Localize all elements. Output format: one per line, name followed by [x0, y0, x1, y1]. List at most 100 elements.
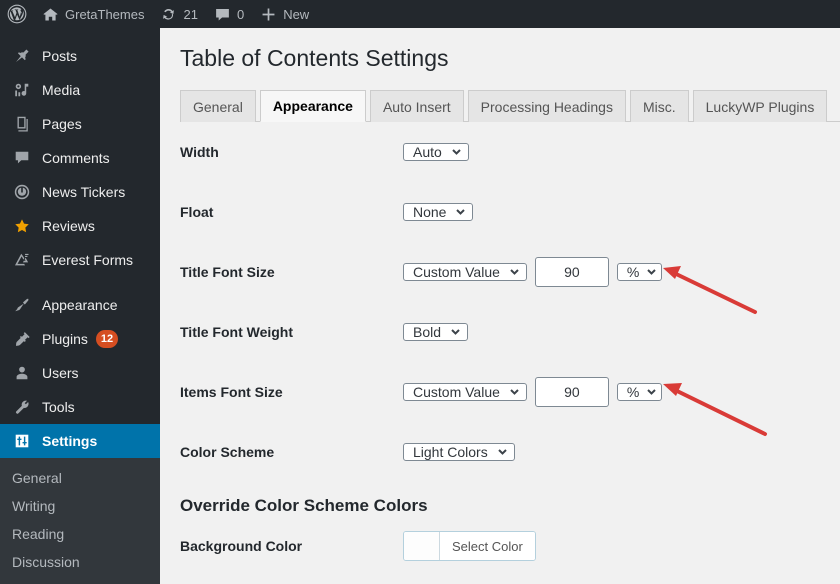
admin-sidebar-menu: Posts Media Pages Comments News Tickers … [0, 28, 168, 584]
sidebar-item-appearance[interactable]: Appearance [0, 288, 160, 322]
comment-bubble-icon [214, 6, 231, 23]
color-scheme-wrap: Light Colors [403, 438, 515, 466]
sidebar-item-pages[interactable]: Pages [0, 107, 160, 141]
float-label: Float [180, 204, 214, 220]
home-icon [42, 6, 59, 23]
sidebar-item-label: Appearance [42, 297, 118, 313]
float-select[interactable]: None [403, 203, 474, 221]
title-font-size-unit-wrap: % [616, 258, 663, 286]
sidebar-item-settings[interactable]: Settings [0, 424, 168, 458]
plugin-icon [12, 329, 32, 349]
sidebar-item-users[interactable]: Users [0, 356, 160, 390]
override-colors-section-title: Override Color Scheme Colors [180, 496, 428, 515]
submenu-item-discussion[interactable]: Discussion [0, 548, 160, 576]
sidebar-item-label: Tools [42, 399, 75, 415]
sidebar-item-label: News Tickers [42, 184, 126, 200]
title-font-size-mode-wrap: Custom Value [403, 258, 527, 286]
title-font-weight-wrap: Bold [403, 318, 469, 346]
items-font-size-label: Items Font Size [180, 384, 283, 400]
background-color-label: Background Color [180, 538, 303, 554]
float-select-wrap: None [403, 198, 474, 226]
form-row-title-font-size: Title Font Size Custom Value % [180, 242, 820, 302]
tab-processing-headings[interactable]: Processing Headings [467, 90, 626, 122]
sidebar-item-label: Pages [42, 116, 82, 132]
tab-luckywp-plugins[interactable]: LuckyWP Plugins [692, 90, 828, 122]
items-font-size-value-input[interactable] [534, 377, 609, 407]
new-content-menu[interactable]: New [252, 0, 317, 28]
width-select-wrap: Auto [403, 138, 469, 166]
wrench-icon [12, 397, 32, 417]
paintbrush-icon [12, 295, 32, 315]
sidebar-item-reviews[interactable]: Reviews [0, 209, 160, 243]
settings-sliders-icon [12, 431, 32, 451]
color-scheme-select[interactable]: Light Colors [403, 443, 515, 461]
submenu-item-writing[interactable]: Writing [0, 492, 160, 520]
form-row-items-font-size: Items Font Size Custom Value % [180, 362, 820, 422]
wordpress-logo-icon [7, 4, 27, 24]
form-row-width: Width Auto [180, 122, 820, 182]
form-row-color-scheme: Color Scheme Light Colors [180, 422, 820, 482]
sidebar-item-label: Comments [42, 150, 110, 166]
sidebar-item-media[interactable]: Media [0, 73, 160, 107]
items-font-size-unit-select[interactable]: % [616, 383, 663, 401]
items-font-size-mode-select[interactable]: Custom Value [403, 383, 527, 401]
plus-icon [260, 6, 277, 23]
menu-separator [0, 277, 160, 288]
submenu-item-general[interactable]: General [0, 464, 160, 492]
sidebar-item-comments[interactable]: Comments [0, 141, 160, 175]
comments-menu[interactable]: 0 [206, 0, 252, 28]
sidebar-item-everest-forms[interactable]: Everest Forms [0, 243, 160, 277]
new-label: New [283, 6, 310, 22]
comment-bubble-icon [12, 148, 32, 168]
title-font-weight-label: Title Font Weight [180, 324, 294, 340]
select-color-label: Select Color [440, 532, 535, 560]
tab-misc[interactable]: Misc. [629, 90, 689, 122]
pin-icon [12, 46, 32, 66]
width-label: Width [180, 144, 219, 160]
plugins-update-badge: 12 [95, 330, 119, 348]
wp-logo-menu[interactable] [0, 0, 34, 28]
submenu-item-reading[interactable]: Reading [0, 520, 160, 548]
sidebar-item-label: Posts [42, 48, 78, 64]
override-colors-form: Background Color Select Color [180, 516, 820, 576]
width-select[interactable]: Auto [403, 143, 469, 161]
form-row-background-color: Background Color Select Color [180, 516, 820, 576]
title-font-size-value-input[interactable] [534, 257, 609, 287]
sidebar-item-label: Users [42, 365, 79, 381]
title-font-size-mode-select[interactable]: Custom Value [403, 263, 527, 281]
settings-submenu: General Writing Reading Discussion [0, 458, 160, 584]
items-font-size-unit-wrap: % [616, 378, 663, 406]
sidebar-item-label: Everest Forms [42, 252, 134, 268]
items-font-size-mode-wrap: Custom Value [403, 378, 527, 406]
main-content: Table of Contents Settings General Appea… [160, 28, 840, 583]
admin-bar: GretaThemes 21 0 New [0, 0, 840, 28]
media-icon [12, 80, 32, 100]
appearance-settings-form: Width Auto Float None Title Font Size Cu… [180, 122, 820, 482]
comments-count: 0 [236, 6, 245, 22]
menu-spacer-top [0, 28, 160, 39]
site-name-menu[interactable]: GretaThemes [34, 0, 152, 28]
page-title: Table of Contents Settings [180, 45, 449, 71]
sidebar-item-label: Settings [42, 433, 98, 449]
everest-forms-icon [12, 250, 32, 270]
sidebar-item-posts[interactable]: Posts [0, 39, 160, 73]
sidebar-item-label: Plugins [42, 331, 88, 347]
title-font-weight-select[interactable]: Bold [403, 323, 469, 341]
star-icon [12, 216, 32, 236]
sidebar-item-tools[interactable]: Tools [0, 390, 160, 424]
color-swatch [404, 532, 440, 560]
site-name-label: GretaThemes [65, 6, 145, 22]
sidebar-item-plugins[interactable]: Plugins 12 [0, 322, 160, 356]
updates-count: 21 [183, 6, 198, 22]
tab-appearance[interactable]: Appearance [259, 90, 366, 122]
title-font-size-unit-select[interactable]: % [616, 263, 663, 281]
sidebar-item-label: Reviews [42, 218, 95, 234]
background-color-picker-button[interactable]: Select Color [403, 531, 536, 561]
title-font-size-label: Title Font Size [180, 264, 275, 280]
news-ticker-icon [12, 182, 32, 202]
updates-menu[interactable]: 21 [152, 0, 205, 28]
tab-auto-insert[interactable]: Auto Insert [369, 90, 464, 122]
sidebar-item-news-tickers[interactable]: News Tickers [0, 175, 160, 209]
color-scheme-label: Color Scheme [180, 444, 275, 460]
tab-general[interactable]: General [180, 90, 256, 122]
